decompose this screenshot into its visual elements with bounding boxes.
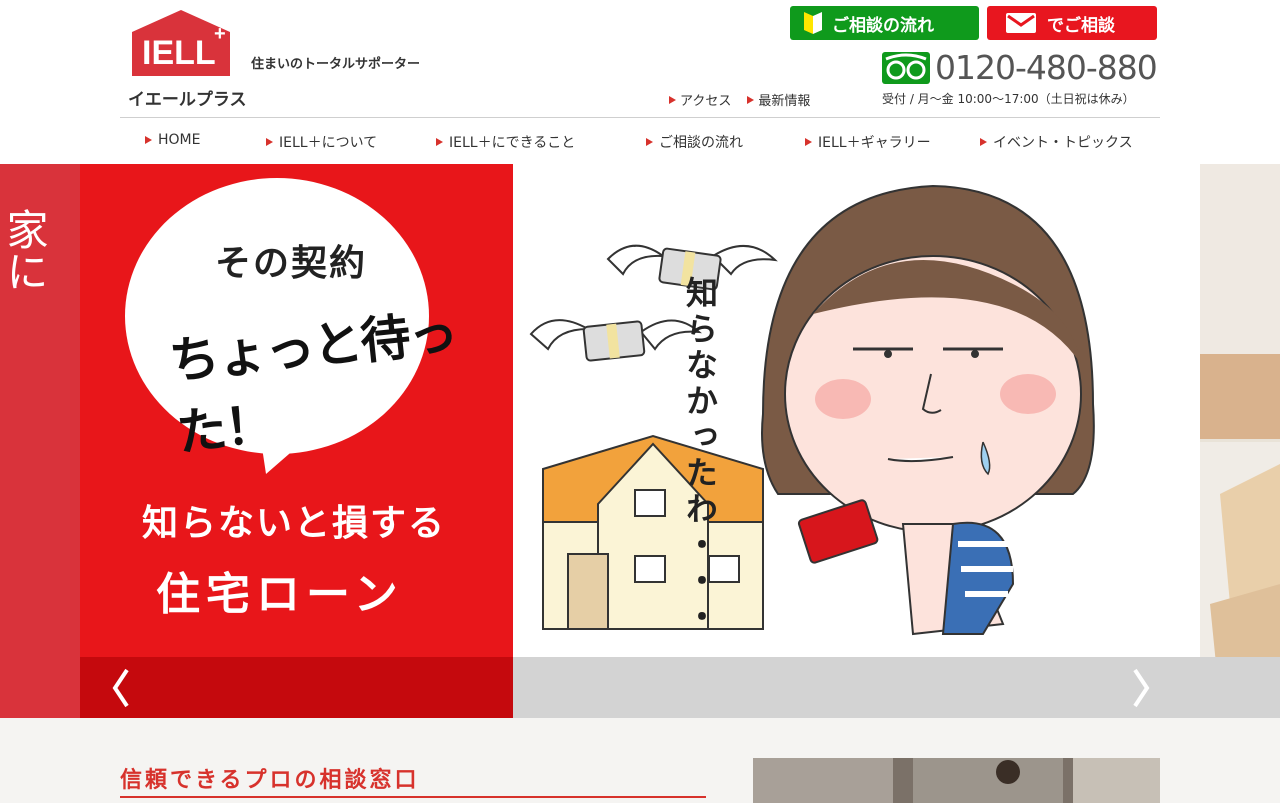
logo-kana: イエールプラス xyxy=(128,90,247,110)
arrow-right-icon xyxy=(436,138,443,146)
section-title: 信頼できるプロの相談窓口 xyxy=(120,768,420,793)
slider-overlay-bar xyxy=(80,657,1280,718)
flying-money-icon xyxy=(529,319,702,362)
bubble-line1: その契約 xyxy=(215,243,368,284)
chevron-right-icon[interactable] xyxy=(1130,664,1152,712)
arrow-right-icon xyxy=(145,136,152,144)
nav-events-label: イベント・トピックス xyxy=(993,135,1133,151)
nav-home[interactable]: HOME xyxy=(145,132,200,148)
consult-section: 信頼できるプロの相談窓口 xyxy=(0,718,1280,803)
svg-text:IELL: IELL xyxy=(142,34,216,72)
headline-line1: 知らないと損する xyxy=(142,503,447,544)
site-header: IELL + イエールプラス 住まいのトータルサポーター ご相談の流れ でご相談… xyxy=(0,0,1280,118)
nav-services-label: IELL＋にできること xyxy=(449,135,576,151)
arrow-right-icon xyxy=(669,95,676,104)
freedial-phone[interactable]: 0120-480-880 xyxy=(882,48,1158,87)
overlay-grey xyxy=(513,657,1280,718)
arrow-right-icon xyxy=(805,138,812,146)
nav-home-label: HOME xyxy=(158,132,201,148)
consultants-photo xyxy=(753,758,1160,803)
headline-line2: 住宅ローン xyxy=(156,569,404,620)
nav-gallery[interactable]: IELL＋ギャラリー xyxy=(805,132,931,152)
beginner-mark-icon xyxy=(804,12,822,34)
mail-icon xyxy=(1006,13,1036,33)
global-nav: HOME IELL＋について IELL＋にできること ご相談の流れ IELL＋ギ… xyxy=(0,118,1280,164)
nav-about[interactable]: IELL＋について xyxy=(266,132,377,152)
illustration-art xyxy=(529,184,1095,636)
tagline: 住まいのトータルサポーター xyxy=(251,57,421,72)
header-sublinks: アクセス 最新情報 xyxy=(669,90,810,109)
arrow-right-icon xyxy=(980,138,987,146)
prev-slide-peek: 家に xyxy=(0,164,80,718)
svg-text:+: + xyxy=(214,23,226,45)
section-title-underline xyxy=(120,796,706,798)
slide-red-panel: その契約 ちょっと待った！ 知らないと損する 住宅ローン xyxy=(80,164,513,718)
nav-services[interactable]: IELL＋にできること xyxy=(436,132,575,152)
prev-slide-text: 家に xyxy=(0,208,49,292)
chevron-left-icon[interactable] xyxy=(110,664,132,712)
office-photo-placeholder xyxy=(753,758,1160,803)
nav-flow[interactable]: ご相談の流れ xyxy=(646,132,743,152)
consultation-flow-button[interactable]: ご相談の流れ xyxy=(790,6,979,40)
slide-illustration xyxy=(513,164,1200,718)
arrow-right-icon xyxy=(266,138,273,146)
mail-consult-button[interactable]: でご相談 xyxy=(987,6,1157,40)
slide-side-text: 知らなかったわ・・・ xyxy=(681,276,719,636)
phone-number: 0120-480-880 xyxy=(935,48,1158,87)
nav-flow-label: ご相談の流れ xyxy=(659,135,743,151)
mail-consult-label: でご相談 xyxy=(1047,15,1115,36)
nav-about-label: IELL＋について xyxy=(279,135,378,151)
house-illustration xyxy=(542,434,764,630)
next-slide-peek xyxy=(1200,164,1280,718)
nav-gallery-label: IELL＋ギャラリー xyxy=(818,135,931,151)
site-logo[interactable]: IELL + イエールプラス xyxy=(128,10,247,110)
hero-slide[interactable]: その契約 ちょっと待った！ 知らないと損する 住宅ローン 知らなかったわ・・・ xyxy=(80,164,1200,718)
arrow-right-icon xyxy=(646,138,653,146)
wood-blocks-photo xyxy=(1200,164,1280,718)
house-logo-icon: IELL + xyxy=(132,10,230,76)
woman-character xyxy=(761,184,1095,636)
hero-slider: 家に その契約 ちょっと待った！ 知らないと損する 住宅ローン 知らなかったわ・… xyxy=(0,164,1280,718)
business-hours: 受付 / 月〜金 10:00〜17:00（土日祝は休み） xyxy=(882,92,1135,106)
overlay-red xyxy=(80,657,513,718)
arrow-right-icon xyxy=(747,95,755,104)
news-link[interactable]: 最新情報 xyxy=(747,90,810,109)
access-link[interactable]: アクセス xyxy=(669,90,731,109)
freedial-icon xyxy=(882,51,930,84)
nav-events[interactable]: イベント・トピックス xyxy=(980,132,1133,152)
consultation-flow-label: ご相談の流れ xyxy=(832,15,934,36)
news-link-label: 最新情報 xyxy=(758,94,811,109)
access-link-label: アクセス xyxy=(680,94,732,109)
